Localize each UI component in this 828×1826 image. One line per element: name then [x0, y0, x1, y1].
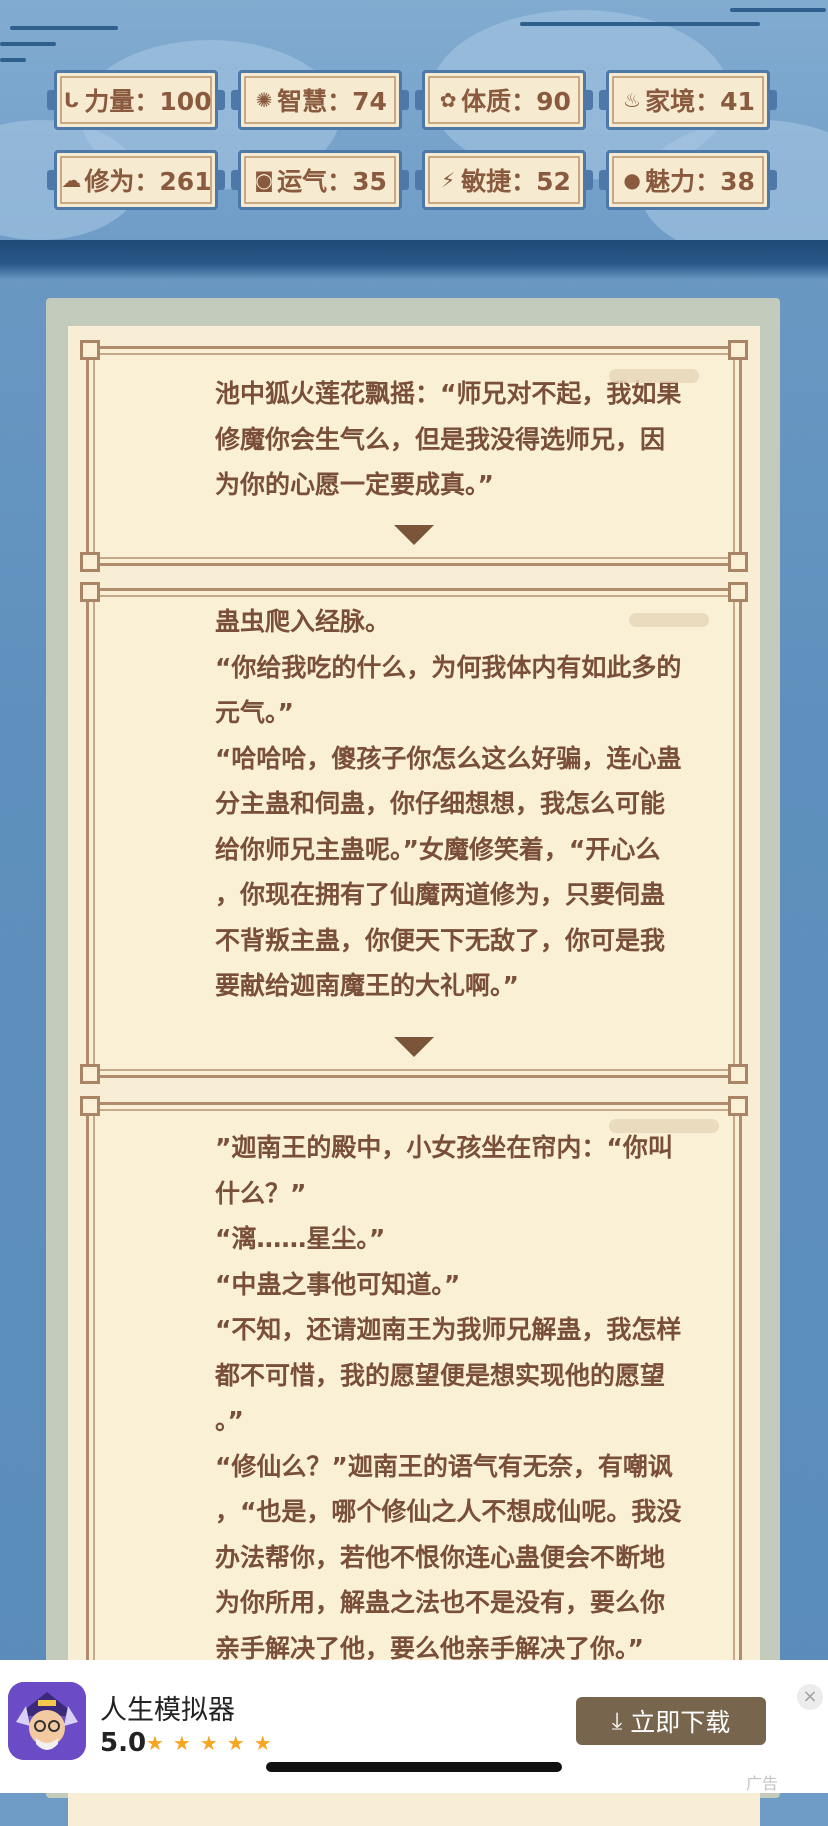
- cloud-decoration: [609, 1119, 719, 1133]
- ad-app-name: 人生模拟器: [100, 1695, 235, 1726]
- card-corner-ornament: [728, 582, 748, 602]
- story-card-1[interactable]: 池中狐火莲花飘摇：“师兄对不起，我如果 修魔你会生气么，但是我没得选师兄，因 为…: [80, 340, 748, 572]
- story-line: “修仙么？”迦南王的语气有无奈，有嘲讽: [215, 1451, 673, 1481]
- swirl-decoration: [10, 26, 118, 30]
- story-line: “哈哈哈，傻孩子你怎么这么好骗，连心蛊: [215, 743, 682, 773]
- story-line: 给你师兄主蛊呢。”女魔修笑着，“开心么: [215, 834, 661, 864]
- story-line: 为你所用，解蛊之法也不是没有，要么你: [215, 1588, 666, 1617]
- story-line: 不背叛主蛊，你便天下无敌了，你可是我: [215, 925, 666, 955]
- story-card-2[interactable]: 蛊虫爬入经脉。 “你给我吃的什么，为何我体内有如此多的 元气。” “哈哈哈，傻孩…: [80, 582, 748, 1084]
- constitution-icon: ✿: [439, 88, 457, 112]
- expand-arrow-icon[interactable]: [394, 525, 434, 545]
- download-button[interactable]: ⤓ 立即下载: [576, 1697, 766, 1745]
- stat-agility: ⚡ 敏捷：52: [415, 150, 593, 210]
- story-card-3[interactable]: ”迦南王的殿中，小女孩坐在帘内：“你叫 什么？” “漓……星尘。” “中蛊之事他…: [80, 1096, 748, 1742]
- card-corner-ornament: [728, 1064, 748, 1084]
- ad-label: 广告: [746, 1774, 779, 1793]
- stat-label: 敏捷：52: [461, 167, 571, 196]
- swirl-decoration: [730, 8, 826, 12]
- cloud-decoration: [609, 369, 699, 383]
- download-icon: ⤓: [611, 1707, 623, 1735]
- story-line: 元气。”: [215, 698, 294, 727]
- stat-label: 体质：90: [461, 87, 571, 116]
- ad-banner[interactable]: 人生模拟器 5.0 ★★★★★ ⤓ 立即下载 × 广告: [0, 1660, 828, 1793]
- card-corner-ornament: [80, 1096, 100, 1116]
- story-line: “你给我吃的什么，为何我体内有如此多的: [215, 652, 682, 682]
- stat-family: ♨ 家境：41: [599, 70, 777, 130]
- card-corner-ornament: [728, 340, 748, 360]
- stat-label: 力量：100: [84, 87, 212, 116]
- agility-icon: ⚡: [441, 168, 456, 192]
- story-line: 办法帮你，若他不恨你连心蛊便会不断地: [215, 1542, 666, 1572]
- ink-wash-band: [0, 240, 828, 280]
- sky-background: [0, 0, 828, 260]
- strength-icon: ᒐ: [63, 88, 79, 112]
- story-line: 修魔你会生气么，但是我没得选师兄，因: [215, 424, 666, 454]
- story-line: 为你的心愿一定要成真。”: [215, 470, 494, 499]
- charm-icon: ●: [623, 168, 641, 192]
- luck-icon: ◙: [254, 168, 274, 192]
- story-line: 分主蛊和伺蛊，你仔细想想，我怎么可能: [215, 789, 666, 818]
- family-icon: ♨: [623, 88, 642, 112]
- swirl-decoration: [0, 42, 56, 46]
- story-line: ，“也是，哪个修仙之人不想成仙呢。我没: [215, 1497, 682, 1526]
- cloud-decoration: [629, 613, 709, 627]
- card-corner-ornament: [728, 1096, 748, 1116]
- story-line: 都不可惜，我的愿望便是想实现他的愿望: [215, 1360, 666, 1390]
- card-corner-ornament: [80, 340, 100, 360]
- story-line: 。”: [215, 1406, 244, 1435]
- card-corner-ornament: [728, 552, 748, 572]
- story-line: 要献给迦南魔王的大礼啊。”: [215, 971, 519, 1000]
- stat-label: 家境：41: [645, 87, 755, 116]
- story-line: ，你现在拥有了仙魔两道修为，只要伺蛊: [215, 880, 666, 909]
- app-icon[interactable]: [8, 1682, 86, 1760]
- stat-wisdom: ✺ 智慧：74: [231, 70, 409, 130]
- card-corner-ornament: [80, 552, 100, 572]
- stat-label: 智慧：74: [277, 87, 387, 116]
- stat-charm: ● 魅力：38: [599, 150, 777, 210]
- story-line: “中蛊之事他可知道。”: [215, 1269, 461, 1299]
- card-corner-ornament: [80, 1064, 100, 1084]
- swirl-decoration: [0, 58, 26, 62]
- expand-arrow-icon[interactable]: [394, 1037, 434, 1057]
- stat-strength: ᒐ 力量：100: [47, 70, 225, 130]
- wisdom-icon: ✺: [255, 88, 273, 112]
- stat-label: 修为：261: [84, 167, 212, 196]
- star-rating-icons: ★★★★★: [146, 1731, 281, 1755]
- story-line: “不知，还请迦南王为我师兄解蛊，我怎样: [215, 1315, 682, 1344]
- stat-label: 运气：35: [277, 167, 387, 196]
- ad-rating: 5.0: [100, 1728, 147, 1758]
- cultivation-icon: ☁: [61, 168, 82, 192]
- home-indicator[interactable]: [266, 1762, 562, 1772]
- stat-label: 魅力：38: [645, 167, 755, 196]
- stat-constitution: ✿ 体质：90: [415, 70, 593, 130]
- stat-luck: ◙ 运气：35: [231, 150, 409, 210]
- card-corner-ornament: [80, 582, 100, 602]
- close-icon[interactable]: ×: [797, 1684, 823, 1710]
- story-line: 什么？”: [215, 1178, 307, 1208]
- story-line: “漓……星尘。”: [215, 1224, 386, 1253]
- stat-cultivation: ☁ 修为：261: [47, 150, 225, 210]
- download-label: 立即下载: [630, 1708, 731, 1737]
- swirl-decoration: [520, 22, 760, 26]
